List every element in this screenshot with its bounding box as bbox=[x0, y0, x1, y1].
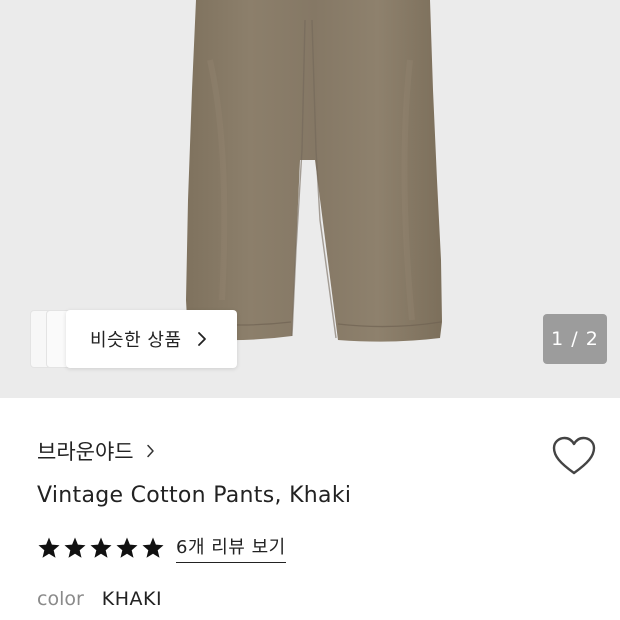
star-rating bbox=[37, 536, 165, 560]
chevron-right-icon bbox=[197, 332, 206, 346]
color-option: color KHAKI bbox=[37, 588, 162, 610]
brand-name: 브라운야드 bbox=[37, 440, 134, 464]
similar-products-thumbnails bbox=[30, 310, 86, 368]
star-filled-icon bbox=[142, 537, 164, 558]
star-filled-icon bbox=[38, 537, 60, 558]
rating-row: 6개 리뷰 보기 bbox=[37, 533, 286, 563]
product-name: Vintage Cotton Pants, Khaki bbox=[37, 483, 352, 508]
brand-link[interactable]: 브라운야드 bbox=[37, 436, 155, 466]
similar-products-button[interactable]: 비슷한 상품 bbox=[66, 310, 237, 368]
product-info: 브라운야드 bbox=[0, 398, 620, 620]
star-filled-icon bbox=[64, 537, 86, 558]
option-label: color bbox=[37, 588, 84, 610]
product-image-gallery[interactable]: 비슷한 상품 1 / 2 bbox=[0, 0, 620, 398]
star-filled-icon bbox=[90, 537, 112, 558]
star-filled-icon bbox=[116, 537, 138, 558]
option-value: KHAKI bbox=[101, 588, 163, 610]
chevron-right-icon bbox=[146, 444, 154, 458]
image-page-indicator: 1 / 2 bbox=[543, 314, 607, 364]
heart-outline-icon[interactable] bbox=[552, 436, 596, 476]
similar-products-label: 비슷한 상품 bbox=[90, 330, 182, 351]
review-link[interactable]: 6개 리뷰 보기 bbox=[176, 533, 286, 563]
